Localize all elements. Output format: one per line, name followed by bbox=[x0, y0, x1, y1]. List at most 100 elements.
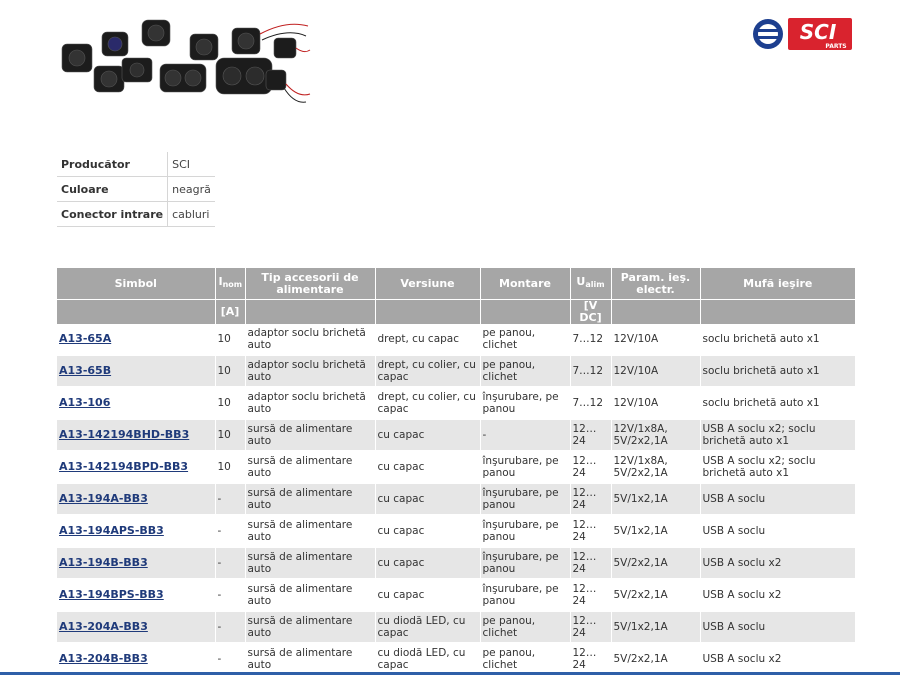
property-value: SCI bbox=[167, 152, 215, 177]
cell-ualim: 12…24 bbox=[570, 419, 612, 452]
cell-ualim: 12…24 bbox=[570, 515, 612, 548]
logo-sub: PARTS bbox=[825, 43, 846, 50]
header-row: Simbol Inom Tip accesorii de alimentare … bbox=[57, 268, 855, 300]
cell-type: adaptor soclu brichetă auto bbox=[245, 355, 376, 388]
cell-params: 12V/1x8A, 5V/2x2,1A bbox=[611, 451, 701, 484]
product-link[interactable]: A13-142194BHD-BB3 bbox=[59, 428, 189, 441]
cell-params: 5V/2x2,1A bbox=[611, 547, 701, 580]
cell-version: cu capac bbox=[375, 579, 481, 612]
product-link[interactable]: A13-194B-BB3 bbox=[59, 556, 148, 569]
cell-ualim: 12…24 bbox=[570, 451, 612, 484]
property-label: Producător bbox=[57, 152, 168, 177]
cell-mounting: înşurubare, pe panou bbox=[480, 547, 571, 580]
products-table: Simbol Inom Tip accesorii de alimentare … bbox=[57, 268, 855, 676]
sci-logo: SCI PARTS bbox=[752, 16, 854, 52]
cell-symbol: A13-142194BHD-BB3 bbox=[57, 419, 216, 452]
cell-symbol: A13-194APS-BB3 bbox=[57, 515, 216, 548]
cell-mounting: înşurubare, pe panou bbox=[480, 579, 571, 612]
cell-version: cu capac bbox=[375, 451, 481, 484]
cell-mounting: înşurubare, pe panou bbox=[480, 451, 571, 484]
cell-params: 5V/2x2,1A bbox=[611, 579, 701, 612]
cell-version: cu diodă LED, cu capac bbox=[375, 611, 481, 644]
product-link[interactable]: A13-65A bbox=[59, 332, 111, 345]
table-row: A13-194BPS-BB3 - sursă de alimentare auto c… bbox=[57, 579, 855, 612]
cell-type: sursă de alimentare auto bbox=[245, 451, 376, 484]
cell-inom: 10 bbox=[215, 387, 246, 420]
cell-symbol: A13-194BPS-BB3 bbox=[57, 579, 216, 612]
cell-inom: - bbox=[215, 579, 246, 612]
table-row: A13-65B 10 adaptor soclu brichetă auto drep… bbox=[57, 355, 855, 388]
cell-version: drept, cu capac bbox=[375, 324, 481, 356]
cell-ualim: 7…12 bbox=[570, 355, 612, 388]
cell-type: sursă de alimentare auto bbox=[245, 643, 376, 676]
cell-output: USB A soclu bbox=[700, 611, 855, 644]
cell-output: USB A soclu x2 bbox=[700, 547, 855, 580]
cell-mounting: pe panou, clichet bbox=[480, 355, 571, 388]
table-row: A13-194APS-BB3 - sursă de alimentare auto c… bbox=[57, 515, 855, 548]
cell-mounting: pe panou, clichet bbox=[480, 643, 571, 676]
cell-symbol: A13-65B bbox=[57, 355, 216, 388]
property-value: neagră bbox=[167, 176, 215, 202]
table-row: A13-106 10 adaptor soclu brichetă auto drep… bbox=[57, 387, 855, 420]
cell-symbol: A13-204A-BB3 bbox=[57, 611, 216, 644]
cell-params: 5V/1x2,1A bbox=[611, 515, 701, 548]
unit-ualim: [V DC] bbox=[570, 299, 612, 324]
property-row: Conector intrare cabluri bbox=[57, 201, 215, 227]
table-row: A13-194A-BB3 - sursă de alimentare auto cu … bbox=[57, 483, 855, 516]
properties-table: Producător SCI Culoare neagră Conector intra… bbox=[57, 152, 215, 227]
cell-output: USB A soclu bbox=[700, 483, 855, 516]
col-header-inom: Inom bbox=[215, 268, 246, 300]
cell-inom: - bbox=[215, 515, 246, 548]
cell-type: sursă de alimentare auto bbox=[245, 547, 376, 580]
product-link[interactable]: A13-204B-BB3 bbox=[59, 652, 148, 665]
cell-params: 5V/1x2,1A bbox=[611, 483, 701, 516]
cell-output: USB A soclu x2; soclu brichetă auto x1 bbox=[700, 419, 855, 452]
cell-symbol: A13-106 bbox=[57, 387, 216, 420]
product-link[interactable]: A13-106 bbox=[59, 396, 110, 409]
table-row: A13-204B-BB3 - sursă de alimentare auto cu … bbox=[57, 643, 855, 676]
logo-text: SCI bbox=[800, 20, 837, 44]
cell-type: sursă de alimentare auto bbox=[245, 515, 376, 548]
product-link[interactable]: A13-65B bbox=[59, 364, 111, 377]
cell-type: sursă de alimentare auto bbox=[245, 579, 376, 612]
cell-params: 5V/2x2,1A bbox=[611, 643, 701, 676]
cell-params: 12V/10A bbox=[611, 324, 701, 356]
cell-symbol: A13-204B-BB3 bbox=[57, 643, 216, 676]
table-row: A13-142194BHD-BB3 10 sursă de alimentare a… bbox=[57, 419, 855, 452]
cell-output: soclu brichetă auto x1 bbox=[700, 387, 855, 420]
cell-mounting: pe panou, clichet bbox=[480, 324, 571, 356]
cell-inom: - bbox=[215, 643, 246, 676]
cell-inom: - bbox=[215, 611, 246, 644]
cell-output: USB A soclu bbox=[700, 515, 855, 548]
product-link[interactable]: A13-194BPS-BB3 bbox=[59, 588, 164, 601]
table-row: A13-194B-BB3 - sursă de alimentare auto cu … bbox=[57, 547, 855, 580]
product-link[interactable]: A13-142194BPD-BB3 bbox=[59, 460, 188, 473]
cell-output: soclu brichetă auto x1 bbox=[700, 355, 855, 388]
cell-mounting: înşurubare, pe panou bbox=[480, 483, 571, 516]
cell-version: drept, cu colier, cu capac bbox=[375, 387, 481, 420]
cell-ualim: 12…24 bbox=[570, 643, 612, 676]
property-label: Culoare bbox=[57, 176, 168, 202]
cell-params: 12V/10A bbox=[611, 355, 701, 388]
table-row: A13-65A 10 adaptor soclu brichetă auto drep… bbox=[57, 324, 855, 356]
cell-output: USB A soclu x2; soclu brichetă auto x1 bbox=[700, 451, 855, 484]
cell-symbol: A13-65A bbox=[57, 324, 216, 356]
col-header-ualim: Ualim bbox=[570, 268, 612, 300]
product-link[interactable]: A13-194A-BB3 bbox=[59, 492, 148, 505]
product-link[interactable]: A13-204A-BB3 bbox=[59, 620, 148, 633]
col-header-output: Mufă ieşire bbox=[700, 268, 855, 300]
property-row: Culoare neagră bbox=[57, 176, 215, 202]
cell-version: drept, cu colier, cu capac bbox=[375, 355, 481, 388]
product-link[interactable]: A13-194APS-BB3 bbox=[59, 524, 164, 537]
cell-inom: 10 bbox=[215, 355, 246, 388]
cell-ualim: 12…24 bbox=[570, 611, 612, 644]
cell-type: sursă de alimentare auto bbox=[245, 611, 376, 644]
cell-ualim: 12…24 bbox=[570, 483, 612, 516]
cell-symbol: A13-194A-BB3 bbox=[57, 483, 216, 516]
cell-ualim: 7…12 bbox=[570, 324, 612, 356]
cell-version: cu diodă LED, cu capac bbox=[375, 643, 481, 676]
col-header-symbol: Simbol bbox=[57, 268, 216, 300]
cell-inom: - bbox=[215, 483, 246, 516]
table-row: A13-204A-BB3 - sursă de alimentare auto cu … bbox=[57, 611, 855, 644]
cell-inom: 10 bbox=[215, 324, 246, 356]
